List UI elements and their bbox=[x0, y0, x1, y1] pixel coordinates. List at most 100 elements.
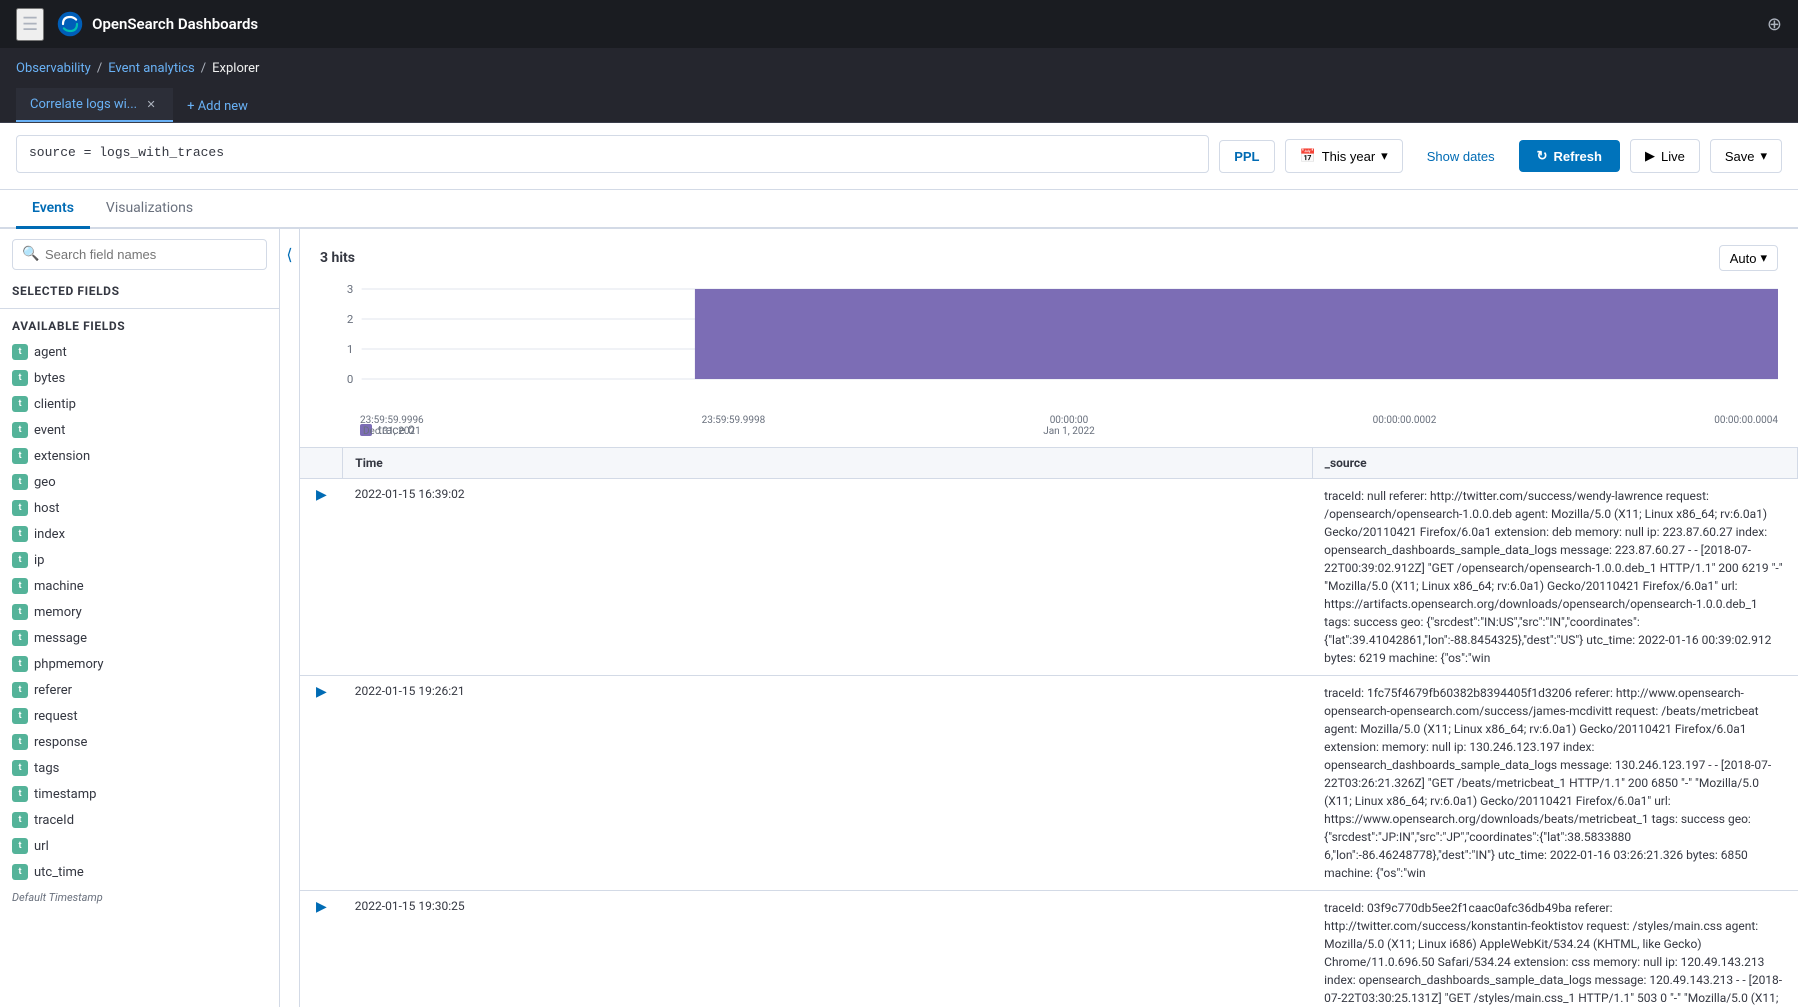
row-expand-button[interactable]: ▶ bbox=[312, 682, 331, 702]
global-settings-button[interactable]: ⊕ bbox=[1767, 14, 1782, 35]
tab-close-button[interactable]: ✕ bbox=[143, 96, 159, 112]
query-input[interactable] bbox=[16, 135, 1209, 173]
field-item-extension[interactable]: t extension bbox=[0, 443, 279, 469]
refresh-button[interactable]: ↻ Refresh bbox=[1519, 140, 1620, 172]
content-area: 3 hits Auto ▾ 3 bbox=[300, 229, 1798, 1007]
field-type-badge: t bbox=[12, 656, 28, 672]
field-name-label: timestamp bbox=[34, 787, 96, 802]
field-type-badge: t bbox=[12, 500, 28, 516]
table-row: ▶ 2022-01-15 16:39:02 traceId: null refe… bbox=[300, 479, 1798, 676]
row-expand-button[interactable]: ▶ bbox=[312, 897, 331, 917]
field-type-badge: t bbox=[12, 734, 28, 750]
chart-header: 3 hits Auto ▾ bbox=[320, 245, 1778, 271]
field-item-clientip[interactable]: t clientip bbox=[0, 391, 279, 417]
row-expand-button[interactable]: ▶ bbox=[312, 485, 331, 505]
sidebar-collapse-button[interactable]: ⟨ bbox=[280, 237, 298, 272]
field-item-message[interactable]: t message bbox=[0, 625, 279, 651]
chart-bar bbox=[695, 289, 1778, 379]
calendar-icon: 📅 bbox=[1300, 148, 1316, 164]
field-item-tags[interactable]: t tags bbox=[0, 755, 279, 781]
field-item-event[interactable]: t event bbox=[0, 417, 279, 443]
opensearch-logo-icon bbox=[56, 10, 84, 38]
play-icon: ▶ bbox=[1645, 148, 1655, 164]
auto-interval-button[interactable]: Auto ▾ bbox=[1719, 245, 1778, 271]
field-item-machine[interactable]: t machine bbox=[0, 573, 279, 599]
field-name-label: machine bbox=[34, 579, 84, 594]
hits-count: 3 hits bbox=[320, 250, 355, 266]
save-button[interactable]: Save ▾ bbox=[1710, 139, 1782, 173]
chart-canvas: 3 2 1 0 23:59:59.9996 Dec 31, 2021 23:59… bbox=[320, 279, 1778, 419]
x-label-3: 00:00:00.0002 bbox=[1373, 415, 1437, 437]
th-time: Time bbox=[343, 448, 1312, 479]
th-source: _source bbox=[1312, 448, 1797, 479]
field-item-utc_time[interactable]: t utc_time bbox=[0, 859, 279, 885]
field-name-label: extension bbox=[34, 449, 90, 464]
field-item-index[interactable]: t index bbox=[0, 521, 279, 547]
field-item-host[interactable]: t host bbox=[0, 495, 279, 521]
field-item-memory[interactable]: t memory bbox=[0, 599, 279, 625]
divider bbox=[0, 308, 279, 309]
search-fields-wrapper: 🔍 bbox=[0, 229, 279, 278]
breadcrumb-current: Explorer bbox=[212, 61, 259, 76]
th-expand bbox=[300, 448, 343, 479]
selected-fields-title: Selected Fields bbox=[0, 278, 279, 304]
sidebar-collapse-area: ⟨ bbox=[280, 229, 300, 1007]
chart-svg: 3 2 1 0 bbox=[320, 279, 1778, 409]
row-expand-cell: ▶ bbox=[300, 479, 343, 676]
field-item-url[interactable]: t url bbox=[0, 833, 279, 859]
query-input-wrapper bbox=[16, 135, 1209, 177]
refresh-icon: ↻ bbox=[1537, 148, 1548, 164]
save-label: Save bbox=[1725, 149, 1755, 164]
search-fields-input[interactable] bbox=[12, 239, 267, 270]
table-row: ▶ 2022-01-15 19:30:25 traceId: 03f9c770d… bbox=[300, 891, 1798, 1007]
breadcrumb-observability[interactable]: Observability bbox=[16, 61, 91, 76]
field-type-badge: t bbox=[12, 682, 28, 698]
field-type-badge: t bbox=[12, 708, 28, 724]
breadcrumb-sep-1: / bbox=[97, 61, 102, 76]
hamburger-menu-button[interactable]: ☰ bbox=[16, 8, 44, 41]
sidebar: 🔍 Selected Fields Available Fields t age… bbox=[0, 229, 280, 1007]
app-title: OpenSearch Dashboards bbox=[92, 15, 258, 33]
field-name-label: request bbox=[34, 709, 78, 724]
field-item-ip[interactable]: t ip bbox=[0, 547, 279, 573]
breadcrumb-sep-2: / bbox=[201, 61, 206, 76]
save-chevron-icon: ▾ bbox=[1760, 148, 1767, 164]
tab-visualizations[interactable]: Visualizations bbox=[90, 190, 209, 229]
row-time-cell: 2022-01-15 19:26:21 bbox=[343, 676, 1312, 891]
field-name-label: response bbox=[34, 735, 87, 750]
field-type-badge: t bbox=[12, 604, 28, 620]
main-layout: 🔍 Selected Fields Available Fields t age… bbox=[0, 229, 1798, 1007]
field-type-badge: t bbox=[12, 370, 28, 386]
ppl-button[interactable]: PPL bbox=[1219, 140, 1274, 173]
search-icon: 🔍 bbox=[22, 246, 39, 262]
x-label-0: 23:59:59.9996 Dec 31, 2021 bbox=[360, 415, 424, 437]
field-item-geo[interactable]: t geo bbox=[0, 469, 279, 495]
field-item-request[interactable]: t request bbox=[0, 703, 279, 729]
show-dates-button[interactable]: Show dates bbox=[1413, 141, 1509, 172]
field-item-phpmemory[interactable]: t phpmemory bbox=[0, 651, 279, 677]
field-item-timestamp[interactable]: t timestamp bbox=[0, 781, 279, 807]
field-type-badge: t bbox=[12, 448, 28, 464]
date-picker-button[interactable]: 📅 This year ▾ bbox=[1285, 139, 1403, 173]
field-item-bytes[interactable]: t bytes bbox=[0, 365, 279, 391]
live-button[interactable]: ▶ Live bbox=[1630, 139, 1700, 173]
field-item-response[interactable]: t response bbox=[0, 729, 279, 755]
results-table: Time _source ▶ 2022-01-15 16:39:02 trace… bbox=[300, 448, 1798, 1007]
field-type-badge: t bbox=[12, 786, 28, 802]
field-item-agent[interactable]: t agent bbox=[0, 339, 279, 365]
x-label-1: 23:59:59.9998 bbox=[702, 415, 766, 437]
breadcrumb-event-analytics[interactable]: Event analytics bbox=[108, 61, 195, 76]
field-name-label: ip bbox=[34, 553, 44, 568]
tab-correlate-logs[interactable]: Correlate logs wi... ✕ bbox=[16, 88, 173, 122]
field-name-label: geo bbox=[34, 475, 56, 490]
field-item-traceId[interactable]: t traceId bbox=[0, 807, 279, 833]
add-new-tab-button[interactable]: + Add new bbox=[173, 91, 262, 122]
tab-label: Correlate logs wi... bbox=[30, 97, 137, 112]
field-name-label: bytes bbox=[34, 371, 65, 386]
row-expand-cell: ▶ bbox=[300, 676, 343, 891]
row-source-cell: traceId: 1fc75f4679fb60382b8394405f1d320… bbox=[1312, 676, 1797, 891]
default-timestamp-label: Default Timestamp bbox=[0, 885, 279, 910]
field-item-referer[interactable]: t referer bbox=[0, 677, 279, 703]
table-row: ▶ 2022-01-15 19:26:21 traceId: 1fc75f467… bbox=[300, 676, 1798, 891]
tab-events[interactable]: Events bbox=[16, 190, 90, 229]
